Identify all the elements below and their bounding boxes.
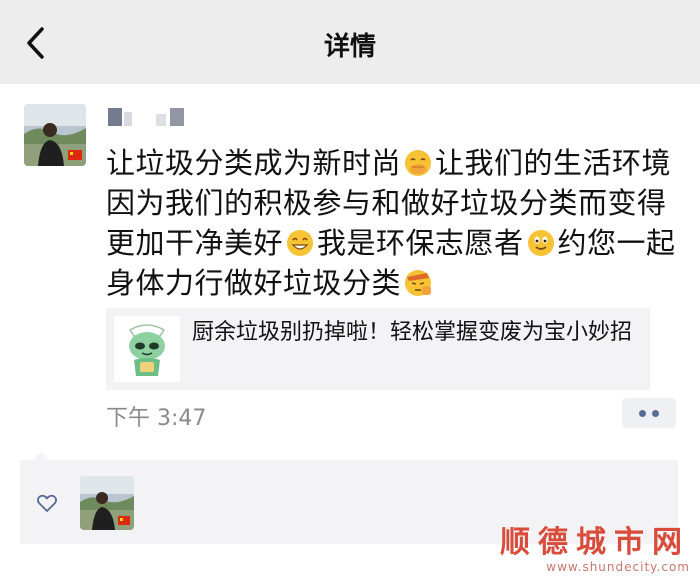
post-time: 下午 3:47: [106, 406, 207, 431]
page-title: 详情: [323, 32, 376, 62]
link-title: 厨余垃圾别扔掉啦！轻松掌握变废为宝小妙招: [192, 320, 633, 345]
post-text-segment: 我是环保志愿者: [317, 226, 524, 260]
post-content: 让垃圾分类成为新时尚 让我们的生活环境因为我们的积极参与和做好垃圾分类而变得更加干…: [106, 143, 686, 303]
heart-outline-icon: [36, 492, 58, 514]
user-name[interactable]: [108, 106, 198, 128]
shared-link-card[interactable]: 厨余垃圾别扔掉啦！轻松掌握变废为宝小妙招: [106, 308, 650, 390]
smiley-emoji: [526, 228, 556, 258]
mascot-icon: [114, 316, 180, 382]
post-text-segment: 让垃圾分类成为新时尚: [106, 146, 402, 180]
dot: [639, 410, 646, 417]
nav-bar: 详情: [0, 0, 700, 84]
salute-emoji: [403, 268, 433, 298]
liker-avatar[interactable]: [80, 476, 134, 530]
watermark: 顺德城市网 www.shundecity.com: [500, 525, 690, 575]
grin-emoji: [285, 228, 315, 258]
covering-mouth-emoji: [403, 148, 433, 178]
dot: [652, 410, 659, 417]
watermark-url: www.shundecity.com: [546, 560, 690, 574]
more-dots-icon[interactable]: [622, 398, 676, 428]
watermark-main: 顺德城市网: [500, 525, 690, 560]
avatar[interactable]: [24, 104, 86, 166]
